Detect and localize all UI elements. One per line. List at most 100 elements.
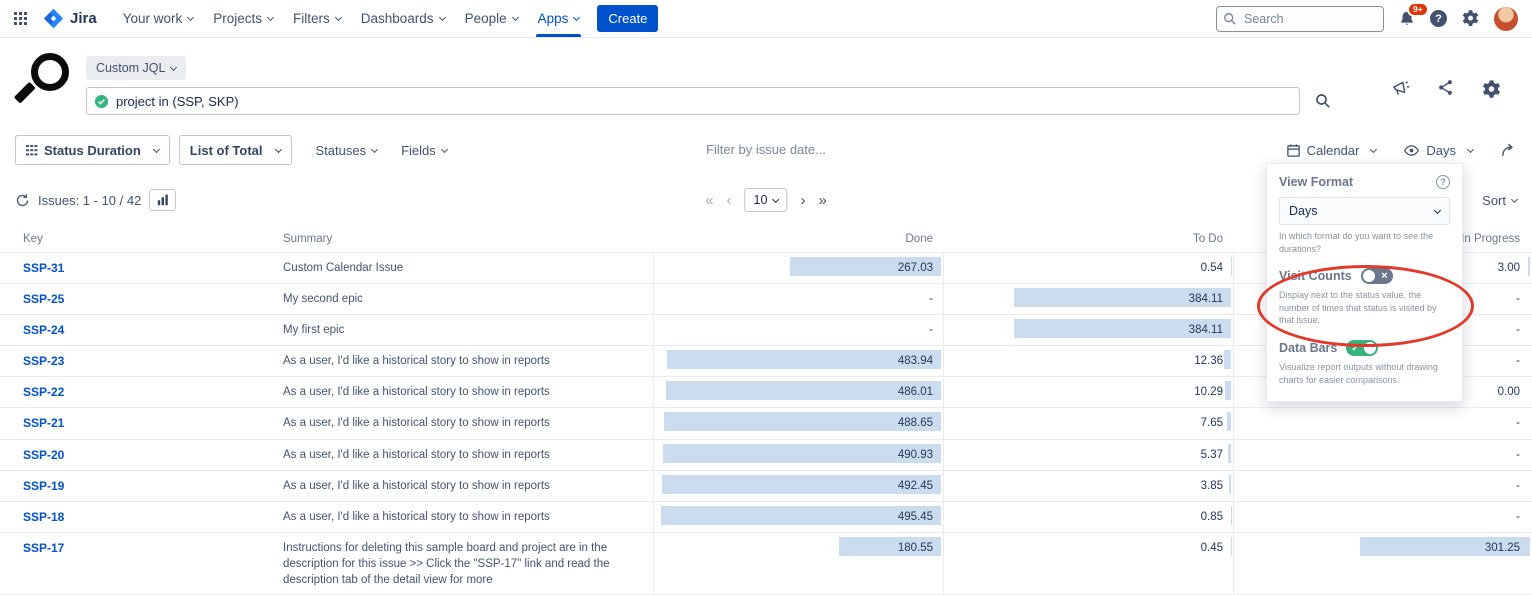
nav-label: Apps	[538, 11, 569, 26]
table-row[interactable]: SSP-20 As a user, I'd like a historical …	[0, 440, 1532, 471]
issue-key-link[interactable]: SSP-23	[23, 354, 64, 368]
notification-badge: 9+	[1407, 2, 1429, 18]
jql-input[interactable]	[86, 87, 1300, 115]
cell-key: SSP-31	[23, 253, 283, 283]
chevron-down-icon	[170, 63, 177, 70]
column-header-done[interactable]: Done	[653, 229, 943, 252]
toggle-knob	[1363, 270, 1375, 282]
report-settings-gear-icon[interactable]	[1481, 79, 1502, 100]
grid-icon	[14, 12, 27, 25]
grid-icon	[26, 145, 37, 156]
visit-counts-toggle[interactable]: ✓×	[1361, 268, 1393, 284]
data-bar	[1224, 350, 1231, 369]
jira-logo[interactable]: Jira	[43, 8, 97, 29]
nav-projects[interactable]: Projects	[203, 0, 283, 37]
create-button[interactable]: Create	[597, 5, 658, 32]
bar-chart-icon	[157, 194, 169, 206]
help-circle-icon[interactable]: ?	[1436, 175, 1450, 189]
report-type-dropdown[interactable]: Status Duration	[15, 135, 170, 165]
chart-view-button[interactable]	[149, 189, 176, 211]
cell-todo: 0.85	[943, 502, 1233, 532]
column-header-key[interactable]: Key	[23, 229, 283, 252]
pagination-next-button[interactable]: ›	[800, 193, 805, 208]
chevron-down-icon	[187, 14, 194, 21]
feedback-megaphone-icon[interactable]	[1391, 79, 1410, 98]
aggregation-dropdown[interactable]: List of Total	[179, 135, 292, 165]
issue-key-link[interactable]: SSP-25	[23, 292, 64, 306]
user-avatar[interactable]	[1494, 7, 1518, 31]
issue-key-link[interactable]: SSP-31	[23, 261, 64, 275]
issue-key-link[interactable]: SSP-18	[23, 510, 64, 524]
run-query-search-icon[interactable]	[1315, 93, 1331, 109]
issue-summary: As a user, I'd like a historical story t…	[283, 346, 653, 376]
table-row[interactable]: SSP-17 Instructions for deleting this sa…	[0, 533, 1532, 595]
statuses-dropdown[interactable]: Statuses	[316, 143, 378, 158]
notifications-button[interactable]: 9+	[1398, 10, 1416, 28]
cell-done: 180.55	[653, 533, 943, 594]
data-bars-toggle[interactable]: ✓×	[1346, 340, 1378, 356]
settings-gear-icon[interactable]	[1461, 9, 1480, 28]
page-size-select[interactable]: 10	[745, 188, 788, 212]
cell-todo: 384.11	[943, 315, 1233, 345]
refresh-icon[interactable]	[15, 193, 30, 208]
nav-apps[interactable]: Apps	[528, 0, 590, 37]
report-type-label: Status Duration	[44, 143, 141, 158]
cell-done: -	[653, 315, 943, 345]
nav-your-work[interactable]: Your work	[113, 0, 204, 37]
table-row[interactable]: SSP-21 As a user, I'd like a historical …	[0, 408, 1532, 439]
search-icon	[1223, 12, 1237, 26]
issue-summary: My second epic	[283, 284, 653, 314]
issue-key-link[interactable]: SSP-22	[23, 385, 64, 399]
status-duration-app-logo	[16, 52, 72, 108]
visit-counts-row: Visit Counts ✓×	[1279, 268, 1450, 284]
sort-dropdown[interactable]: Sort	[1482, 193, 1517, 208]
pagination-first-button[interactable]: «	[705, 193, 713, 208]
table-row[interactable]: SSP-19 As a user, I'd like a historical …	[0, 471, 1532, 502]
page-size-value: 10	[754, 193, 768, 207]
cell-key: SSP-19	[23, 471, 283, 501]
column-header-todo[interactable]: To Do	[943, 229, 1233, 252]
chevron-down-icon	[153, 145, 160, 152]
view-format-dropdown[interactable]: Days	[1403, 142, 1473, 159]
app-switcher-icon[interactable]	[14, 12, 43, 25]
query-mode-dropdown[interactable]: Custom JQL	[86, 56, 186, 80]
cell-value: -	[1516, 355, 1520, 367]
global-search-input[interactable]	[1216, 6, 1384, 32]
global-search	[1216, 6, 1384, 32]
chevron-down-icon	[573, 14, 580, 21]
table-row[interactable]: SSP-18 As a user, I'd like a historical …	[0, 502, 1532, 533]
nav-people[interactable]: People	[455, 0, 528, 37]
view-format-selected-value: Days	[1289, 204, 1317, 218]
cell-done: -	[653, 284, 943, 314]
column-header-summary[interactable]: Summary	[283, 229, 653, 252]
issue-key-link[interactable]: SSP-19	[23, 479, 64, 493]
cell-value: 3.85	[1201, 480, 1223, 492]
chevron-down-icon	[1434, 206, 1441, 213]
fields-dropdown[interactable]: Fields	[401, 143, 447, 158]
chevron-down-icon	[371, 145, 378, 152]
nav-dashboards[interactable]: Dashboards	[351, 0, 455, 37]
data-bar	[1227, 412, 1231, 431]
report-toolbar: Status Duration List of Total Statuses F…	[0, 135, 1532, 165]
chevron-down-icon	[274, 145, 281, 152]
help-icon[interactable]: ?	[1430, 10, 1447, 27]
cell-inprogress: -	[1233, 408, 1532, 438]
nav-filters[interactable]: Filters	[283, 0, 351, 37]
calendar-dropdown[interactable]: Calendar	[1286, 143, 1377, 158]
cell-key: SSP-18	[23, 502, 283, 532]
issue-summary: As a user, I'd like a historical story t…	[283, 502, 653, 532]
pagination-last-button[interactable]: »	[818, 193, 826, 208]
export-icon[interactable]	[1500, 142, 1517, 159]
cell-value: -	[1516, 324, 1520, 336]
chevron-down-icon	[772, 195, 779, 202]
issue-date-filter-input[interactable]	[626, 142, 906, 157]
issue-key-link[interactable]: SSP-20	[23, 448, 64, 462]
issue-key-link[interactable]: SSP-24	[23, 323, 64, 337]
cell-value: 384.11	[1189, 324, 1223, 336]
view-settings-panel: View Format ? Days In which format do yo…	[1266, 163, 1463, 402]
share-icon[interactable]	[1437, 79, 1454, 96]
pagination-prev-button[interactable]: ‹	[727, 193, 732, 208]
cell-value: 492.45	[898, 480, 933, 492]
issue-key-link[interactable]: SSP-21	[23, 416, 64, 430]
view-format-select[interactable]: Days	[1279, 197, 1450, 225]
